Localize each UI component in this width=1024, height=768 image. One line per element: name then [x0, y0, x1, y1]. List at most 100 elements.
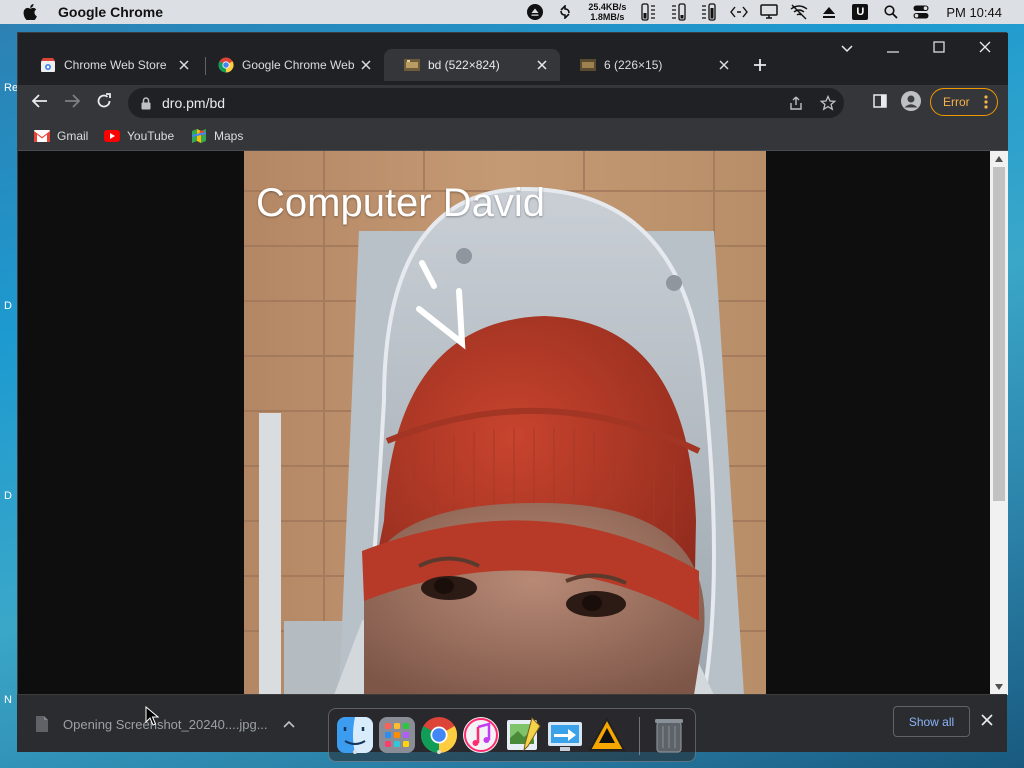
dock — [328, 708, 696, 762]
side-panel-icon — [873, 93, 887, 113]
display-icon[interactable] — [760, 3, 779, 21]
side-panel-button[interactable] — [868, 91, 892, 115]
vertical-scrollbar[interactable] — [990, 151, 1008, 695]
show-all-button[interactable]: Show all — [893, 706, 970, 737]
launchpad-icon[interactable] — [377, 715, 417, 755]
battery-monitor-icon[interactable] — [640, 3, 658, 21]
running-indicator — [437, 750, 441, 754]
profile-button[interactable] — [899, 90, 923, 116]
close-icon[interactable] — [716, 57, 732, 73]
address-bar[interactable] — [128, 88, 844, 118]
tab-search-button[interactable] — [824, 33, 870, 65]
vlc-icon[interactable] — [587, 715, 627, 755]
avatar-icon — [901, 90, 921, 116]
migration-icon[interactable] — [545, 715, 585, 755]
scroll-down-icon[interactable] — [994, 682, 1004, 692]
code-brackets-icon[interactable] — [730, 3, 749, 21]
photo-illustration — [244, 151, 766, 695]
menu-clock[interactable]: PM 10:44 — [946, 5, 1002, 20]
tab-chrome-web-store[interactable]: Chrome Web Store — [20, 49, 202, 81]
upload-triangle-icon[interactable] — [820, 3, 838, 21]
browser-toolbar: Error — [18, 85, 1008, 121]
maximize-icon — [933, 40, 945, 58]
bookmark-youtube[interactable]: YouTube — [104, 127, 174, 145]
maximize-button[interactable] — [916, 33, 962, 65]
chevron-up-icon — [283, 715, 295, 733]
bookmark-maps[interactable]: Maps — [191, 127, 243, 145]
close-window-button[interactable] — [962, 33, 1008, 65]
close-icon[interactable] — [358, 57, 374, 73]
scroll-up-icon[interactable] — [994, 154, 1004, 164]
tab-title: Google Chrome Web — [242, 58, 355, 72]
minimize-button[interactable] — [870, 33, 916, 65]
gmail-icon — [34, 128, 50, 144]
music-icon[interactable] — [461, 715, 501, 755]
finder-icon[interactable] — [335, 715, 375, 755]
mouse-cursor-icon — [145, 705, 160, 726]
preview-icon[interactable] — [503, 715, 543, 755]
net-down-speed: 1.8MB/s — [590, 12, 625, 22]
tab-bd-image[interactable]: bd (522×824) — [384, 49, 560, 81]
running-indicator — [353, 750, 357, 754]
bookmark-label: Gmail — [57, 129, 89, 143]
desktop-label: D — [4, 490, 12, 502]
error-label: Error — [943, 95, 970, 109]
close-icon — [979, 40, 991, 58]
maps-icon — [191, 128, 207, 144]
chrome-window: Chrome Web Store Google Chrome Web bd (5… — [17, 32, 1008, 695]
reload-button[interactable] — [92, 91, 116, 115]
tab-google-chrome-web[interactable]: Google Chrome Web — [198, 49, 384, 81]
arrow-left-icon — [31, 93, 48, 114]
download-options-button[interactable] — [280, 715, 298, 733]
new-tab-button[interactable] — [750, 55, 770, 75]
file-icon — [35, 715, 49, 733]
close-download-shelf-button[interactable] — [978, 713, 996, 731]
desktop-label: N — [4, 694, 12, 706]
error-button[interactable]: Error — [930, 88, 998, 116]
sync-icon[interactable] — [556, 3, 574, 21]
close-icon — [981, 713, 993, 731]
scrollbar-thumb[interactable] — [993, 167, 1005, 501]
chrome-icon — [218, 57, 234, 73]
net-up-speed: 25.4KB/s — [588, 2, 627, 12]
forward-button[interactable] — [60, 91, 84, 115]
tab-6-image[interactable]: 6 (226×15) — [560, 49, 742, 81]
page-viewport: Computer David — [18, 151, 990, 695]
bookmarks-bar: Gmail YouTube Maps — [18, 121, 1008, 151]
u-app-badge[interactable]: U — [852, 4, 869, 20]
bookmark-label: YouTube — [127, 129, 175, 143]
arrow-right-icon — [64, 93, 81, 114]
memory-monitor-icon[interactable] — [670, 3, 688, 21]
image-caption: Computer David — [256, 181, 546, 225]
image-thumb-icon — [404, 57, 420, 73]
back-button[interactable] — [28, 91, 52, 115]
disk-monitor-icon[interactable] — [700, 3, 718, 21]
bookmark-label: Maps — [214, 129, 244, 143]
minimize-icon — [887, 40, 899, 58]
tab-title: Chrome Web Store — [64, 58, 167, 72]
chrome-icon[interactable] — [419, 715, 459, 755]
desktop-label: D — [4, 300, 12, 312]
youtube-icon — [104, 128, 120, 144]
more-vert-icon — [984, 94, 988, 113]
eject-icon[interactable] — [526, 3, 544, 21]
displayed-image[interactable]: Computer David — [244, 151, 766, 695]
network-speed[interactable]: 25.4KB/s 1.8MB/s — [588, 2, 626, 22]
close-icon[interactable] — [534, 57, 550, 73]
menu-bar: Google Chrome 25.4KB/s 1.8MB/s U PM 10:4… — [0, 0, 1024, 24]
share-icon[interactable] — [786, 93, 806, 113]
close-icon[interactable] — [176, 57, 192, 73]
control-center-icon[interactable] — [912, 3, 930, 21]
lock-icon[interactable] — [138, 95, 154, 111]
wifi-off-icon[interactable] — [790, 3, 808, 21]
spotlight-search-icon[interactable] — [882, 3, 900, 21]
image-thumb-icon — [580, 57, 596, 73]
bookmark-star-icon[interactable] — [818, 93, 838, 113]
url-input[interactable] — [162, 95, 762, 111]
trash-icon[interactable] — [649, 715, 689, 755]
tab-strip: Chrome Web Store Google Chrome Web bd (5… — [18, 33, 1008, 85]
bookmark-gmail[interactable]: Gmail — [34, 127, 88, 145]
apple-menu-icon[interactable] — [20, 2, 40, 22]
active-app-name[interactable]: Google Chrome — [58, 4, 163, 20]
web-store-icon — [40, 57, 56, 73]
